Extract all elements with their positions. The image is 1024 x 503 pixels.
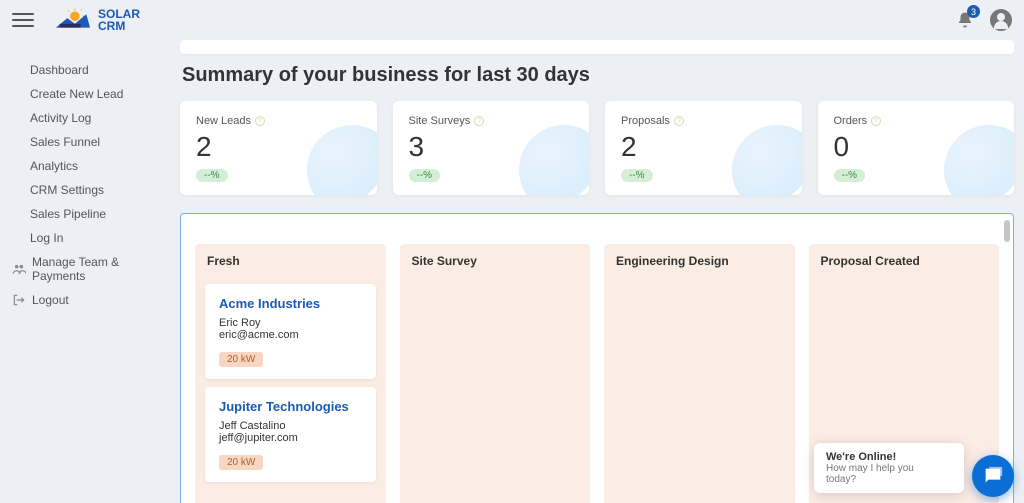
sidebar-item-label: Sales Pipeline [30, 207, 106, 221]
sidebar-item-label: Analytics [30, 159, 78, 173]
menu-toggle-icon[interactable] [12, 9, 34, 31]
sidebar-item-label: Activity Log [30, 111, 91, 125]
stat-label: Proposals ? [621, 115, 786, 127]
stat-label: New Leads ? [196, 115, 361, 127]
chat-subtitle: How may I help you today? [826, 463, 942, 485]
sidebar: Dashboard Create New Lead Activity Log S… [0, 40, 170, 503]
lead-card[interactable]: Acme Industries Eric Roy eric@acme.com 2… [205, 284, 376, 379]
sidebar-item-label: Log In [30, 231, 63, 245]
chat-title: We're Online! [826, 451, 942, 463]
stat-change-pill: --% [834, 169, 866, 182]
sidebar-item-logout[interactable]: Logout [8, 288, 162, 312]
sidebar-item-crm-settings[interactable]: CRM Settings [8, 178, 162, 202]
stat-change-pill: --% [621, 169, 653, 182]
stat-card-site-surveys: Site Surveys ? 3 --% [393, 101, 590, 195]
sidebar-item-label: Dashboard [30, 63, 89, 77]
chat-icon [982, 465, 1004, 487]
stat-change-pill: --% [196, 169, 228, 182]
brand-logo[interactable]: SOLAR CRM [54, 8, 140, 32]
lead-contact: Eric Roy [219, 317, 362, 329]
kanban-column-engineering: Engineering Design [604, 244, 795, 503]
kanban-column-header: Engineering Design [604, 244, 795, 276]
lead-company[interactable]: Jupiter Technologies [219, 399, 362, 414]
page-title: Summary of your business for last 30 day… [182, 64, 1014, 87]
kanban-column-fresh: Fresh Acme Industries Eric Roy eric@acme… [195, 244, 386, 503]
lead-power-badge: 20 kW [219, 455, 263, 470]
sidebar-item-label: Manage Team & Payments [32, 255, 158, 283]
main-content: Summary of your business for last 30 day… [170, 40, 1024, 503]
lead-company[interactable]: Acme Industries [219, 296, 362, 311]
stat-label: Orders ? [834, 115, 999, 127]
info-icon[interactable]: ? [871, 116, 881, 126]
user-avatar-icon[interactable] [990, 9, 1012, 31]
sidebar-item-sales-funnel[interactable]: Sales Funnel [8, 130, 162, 154]
sidebar-item-activity-log[interactable]: Activity Log [8, 106, 162, 130]
stat-card-new-leads: New Leads ? 2 --% [180, 101, 377, 195]
stat-label: Site Surveys ? [409, 115, 574, 127]
kanban-column-header: Proposal Created [809, 244, 1000, 276]
kanban-column-site-survey: Site Survey [400, 244, 591, 503]
info-icon[interactable]: ? [474, 116, 484, 126]
stat-value: 2 [196, 131, 361, 163]
notifications-bell-icon[interactable]: 3 [956, 11, 974, 29]
scrollbar-thumb[interactable] [1004, 220, 1010, 242]
stat-card-orders: Orders ? 0 --% [818, 101, 1015, 195]
chat-fab-button[interactable] [972, 455, 1014, 497]
content-header-strip [180, 40, 1014, 54]
lead-email: eric@acme.com [219, 329, 362, 341]
stats-row: New Leads ? 2 --% Site Surveys ? 3 --% P… [180, 101, 1014, 195]
logo-icon [54, 8, 92, 32]
kanban-column-header: Site Survey [400, 244, 591, 276]
stat-value: 2 [621, 131, 786, 163]
lead-power-badge: 20 kW [219, 352, 263, 367]
lead-card[interactable]: Jupiter Technologies Jeff Castalino jeff… [205, 387, 376, 482]
logout-icon [12, 293, 26, 307]
stat-card-proposals: Proposals ? 2 --% [605, 101, 802, 195]
sidebar-item-label: Create New Lead [30, 87, 123, 101]
sidebar-item-label: Logout [32, 293, 69, 307]
notifications-badge: 3 [967, 5, 980, 18]
sidebar-item-login[interactable]: Log In [8, 226, 162, 250]
stat-value: 3 [409, 131, 574, 163]
info-icon[interactable]: ? [255, 116, 265, 126]
sidebar-item-create-lead[interactable]: Create New Lead [8, 82, 162, 106]
topbar: SOLAR CRM 3 [0, 0, 1024, 40]
lead-contact: Jeff Castalino [219, 420, 362, 432]
sidebar-item-dashboard[interactable]: Dashboard [8, 58, 162, 82]
sidebar-item-analytics[interactable]: Analytics [8, 154, 162, 178]
stat-change-pill: --% [409, 169, 441, 182]
sidebar-item-sales-pipeline[interactable]: Sales Pipeline [8, 202, 162, 226]
sidebar-item-manage-team[interactable]: Manage Team & Payments [8, 250, 162, 288]
sidebar-item-label: CRM Settings [30, 183, 104, 197]
stat-value: 0 [834, 131, 999, 163]
chat-popup[interactable]: We're Online! How may I help you today? [814, 443, 964, 493]
brand-text: SOLAR CRM [98, 8, 140, 32]
kanban-column-header: Fresh [195, 244, 386, 276]
team-icon [12, 262, 26, 276]
info-icon[interactable]: ? [674, 116, 684, 126]
lead-email: jeff@jupiter.com [219, 432, 362, 444]
brand-text-line2: CRM [98, 20, 140, 32]
sidebar-item-label: Sales Funnel [30, 135, 100, 149]
